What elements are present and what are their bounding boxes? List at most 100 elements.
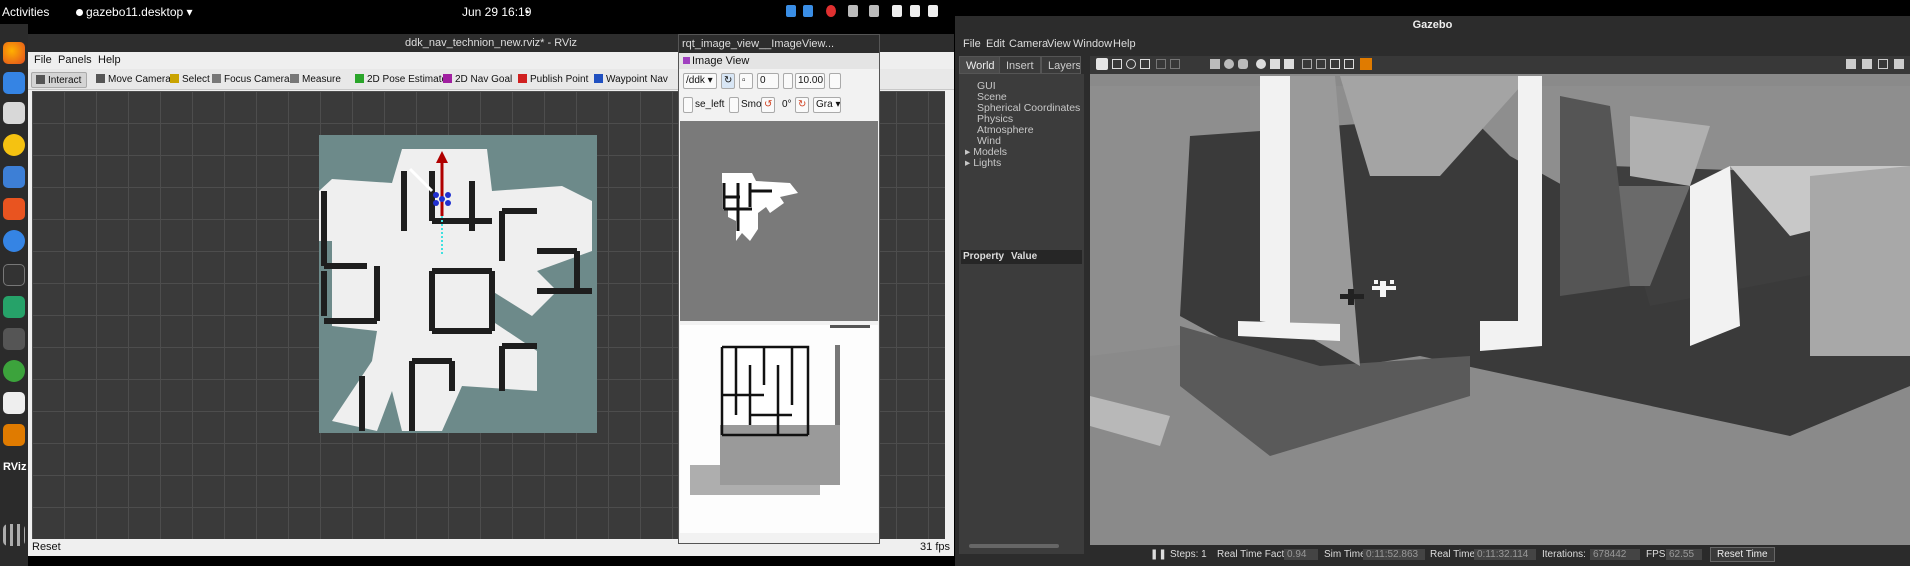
redo-icon[interactable] <box>1170 59 1180 69</box>
gazebo-icon[interactable] <box>3 424 25 446</box>
software-icon[interactable] <box>3 198 25 220</box>
move-camera-icon <box>96 74 105 83</box>
gz-menu-file[interactable]: File <box>963 38 981 50</box>
select-icon <box>170 74 179 83</box>
show-apps-icon[interactable] <box>3 524 25 546</box>
tool-interact[interactable]: Interact <box>31 72 87 88</box>
tool-select[interactable]: Select <box>166 72 210 88</box>
rotate-left-button[interactable]: ↺ <box>761 97 775 113</box>
app-menu[interactable]: gazebo11.desktop ▾ <box>76 5 193 19</box>
gz-menu-window[interactable]: Window <box>1073 38 1112 50</box>
interact-icon <box>36 75 45 84</box>
reset-time-button[interactable]: Reset Time <box>1710 547 1775 562</box>
writer-icon[interactable] <box>3 166 25 188</box>
gz-menu-help[interactable]: Help <box>1113 38 1136 50</box>
save-image-button[interactable]: ▫ <box>739 73 753 89</box>
sim-time-value: 0:11:52.863 <box>1363 549 1425 560</box>
volume-icon[interactable] <box>910 5 920 17</box>
plot-icon[interactable] <box>1878 59 1888 69</box>
rotate-right-button[interactable]: ↻ <box>795 97 809 113</box>
clock[interactable]: Jun 29 16:19 <box>462 5 531 19</box>
tool-measure[interactable]: Measure <box>286 72 341 88</box>
dynamic-range-checkbox[interactable] <box>783 73 793 89</box>
tab-layers[interactable]: Layers <box>1041 56 1081 74</box>
menu-file[interactable]: File <box>34 54 52 66</box>
robot-tool-icon[interactable] <box>3 328 25 350</box>
notification-dot: • <box>525 5 530 19</box>
image-view-icon <box>683 57 690 64</box>
property-header: Property Value <box>961 250 1082 264</box>
steps-label[interactable]: Steps: 1 <box>1170 549 1207 560</box>
refresh-topics-button[interactable]: ↻ <box>721 73 735 89</box>
undo-icon[interactable] <box>1156 59 1166 69</box>
rviz-icon[interactable]: RViz <box>3 456 26 478</box>
spreadsheet-icon[interactable] <box>3 296 25 318</box>
tree-item-lights[interactable]: ▸ Lights <box>965 157 1001 169</box>
firefox-icon[interactable] <box>3 42 25 64</box>
scale-mode-icon[interactable] <box>1140 59 1150 69</box>
select-mode-icon[interactable] <box>1096 58 1108 70</box>
tray-app-icon[interactable] <box>786 5 796 17</box>
gz-menu-edit[interactable]: Edit <box>986 38 1005 50</box>
log-icon[interactable] <box>1862 59 1872 69</box>
app-menu-icon <box>76 9 83 16</box>
copy-icon[interactable] <box>1302 59 1312 69</box>
rhythmbox-icon[interactable] <box>3 134 25 156</box>
thunderbird-icon[interactable] <box>3 72 25 94</box>
paste-icon[interactable] <box>1316 59 1326 69</box>
rotate-mode-icon[interactable] <box>1126 59 1136 69</box>
point-light-icon[interactable] <box>1256 59 1266 69</box>
topic-selector[interactable]: /ddk ▾ <box>683 73 717 89</box>
spot-light-icon[interactable] <box>1270 59 1280 69</box>
record-icon[interactable] <box>826 5 836 17</box>
files-icon[interactable] <box>3 102 25 124</box>
reset-button[interactable]: Reset <box>32 541 61 553</box>
gz-menu-view[interactable]: View <box>1047 38 1071 50</box>
rotation-label: 0° <box>782 99 792 110</box>
slack-icon[interactable] <box>3 392 25 414</box>
tool-2d-nav-goal[interactable]: 2D Nav Goal <box>439 72 512 88</box>
directional-light-icon[interactable] <box>1284 59 1294 69</box>
color-scheme-select[interactable]: Gra ▾ <box>813 97 841 113</box>
fit-button[interactable] <box>829 73 841 89</box>
cylinder-shape-icon[interactable] <box>1238 59 1248 69</box>
rotate-right-icon: ↻ <box>798 99 807 110</box>
input-icon[interactable] <box>869 5 879 17</box>
tool-waypoint-nav[interactable]: Waypoint Nav <box>590 72 668 88</box>
video-icon[interactable] <box>1894 59 1904 69</box>
help-icon[interactable] <box>3 230 25 252</box>
tool-publish-point[interactable]: Publish Point <box>514 72 588 88</box>
translate-mode-icon[interactable] <box>1112 59 1122 69</box>
tool-move-camera[interactable]: Move Camera <box>92 72 171 88</box>
menu-help[interactable]: Help <box>98 54 121 66</box>
scene-toolbar <box>1090 56 1910 74</box>
orange-highlight-icon[interactable] <box>1360 58 1372 70</box>
battery-icon[interactable] <box>928 5 938 17</box>
tool-2d-pose-estimate[interactable]: 2D Pose Estimate <box>351 72 447 88</box>
accessibility-icon[interactable] <box>848 5 858 17</box>
bottom-map-graphic <box>690 325 870 495</box>
gz-menu-camera[interactable]: Camera <box>1009 38 1048 50</box>
wifi-icon[interactable] <box>892 5 902 17</box>
gazebo-3d-scene[interactable]: ❚❚ Steps: 1 Real Time Factor: 0.94 Sim T… <box>1090 56 1910 566</box>
left-panel-scrollbar[interactable] <box>969 544 1059 548</box>
pause-button[interactable]: ❚❚ <box>1150 549 1167 560</box>
menu-panels[interactable]: Panels <box>58 54 92 66</box>
sphere-shape-icon[interactable] <box>1224 59 1234 69</box>
align-icon[interactable] <box>1330 59 1340 69</box>
app-icon[interactable] <box>3 360 25 382</box>
zoom-icon[interactable] <box>803 5 813 17</box>
smooth-checkbox[interactable] <box>729 97 739 113</box>
screenshot-icon[interactable] <box>1846 59 1856 69</box>
mouse-left-checkbox[interactable] <box>683 97 693 113</box>
image-top-map <box>680 121 878 321</box>
terminal-icon[interactable] <box>3 264 25 286</box>
box-shape-icon[interactable] <box>1210 59 1220 69</box>
activities-button[interactable]: Activities <box>2 5 49 19</box>
value-spinbox[interactable]: 0 <box>757 73 779 89</box>
tab-insert[interactable]: Insert <box>999 56 1041 74</box>
snap-icon[interactable] <box>1344 59 1354 69</box>
tool-focus-camera[interactable]: Focus Camera <box>208 72 290 88</box>
max-range-spinbox[interactable]: 10.00 <box>795 73 825 89</box>
tab-world[interactable]: World <box>959 56 1002 74</box>
